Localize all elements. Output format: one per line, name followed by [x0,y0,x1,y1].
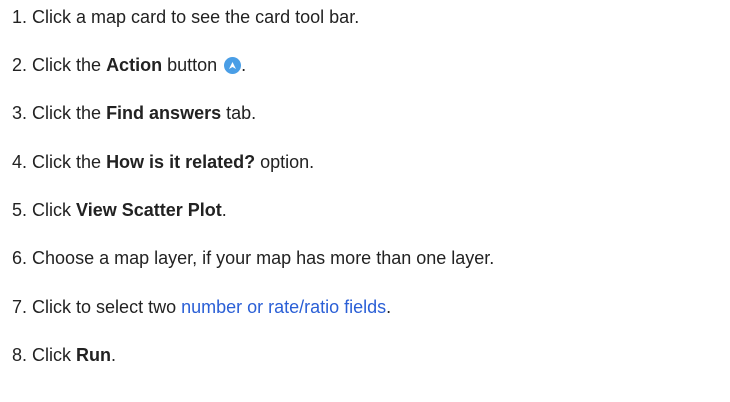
step-number: 8. [12,345,28,365]
step-bold-term: Action [106,55,163,75]
step-text-end: . [241,55,247,75]
step-text-post: . [221,200,227,220]
step-text-pre: Click the [32,152,107,172]
step-bold-term: Run [76,345,112,365]
step-4: 4. Click the How is it related? option. [12,151,314,173]
step-5: 5. Click View Scatter Plot. [12,199,227,221]
step-number: 2. [12,55,28,75]
step-text: Choose a map layer, if your map has more… [32,248,495,268]
step-8: 8. Click Run. [12,344,116,366]
step-number: 4. [12,152,28,172]
step-number: 1. [12,7,28,27]
step-bold-term: Find answers [106,103,222,123]
step-text-post: button [162,55,218,75]
step-2: 2. Click the Action button . [12,54,246,76]
step-bold-term: View Scatter Plot [76,200,222,220]
step-number: 5. [12,200,28,220]
fields-link[interactable]: number or rate/ratio fields [181,297,386,317]
step-number: 6. [12,248,28,268]
step-text-pre: Click the [32,103,107,123]
step-text-pre: Click the [32,55,107,75]
step-text-pre: Click [32,345,77,365]
step-text-post: . [111,345,117,365]
step-text-post: tab. [221,103,257,123]
step-text-post: option. [255,152,315,172]
step-text: Click a map card to see the card tool ba… [32,7,360,27]
step-7: 7. Click to select two number or rate/ra… [12,296,391,318]
step-text-post: . [386,297,392,317]
step-number: 7. [12,297,28,317]
step-text-pre: Click [32,200,77,220]
step-text-pre: Click to select two [32,297,182,317]
action-icon [224,57,242,74]
step-1: 1. Click a map card to see the card tool… [12,6,359,28]
step-number: 3. [12,103,28,123]
step-3: 3. Click the Find answers tab. [12,102,256,124]
step-6: 6. Choose a map layer, if your map has m… [12,247,494,269]
step-bold-term: How is it related? [106,152,256,172]
instruction-list: 1. Click a map card to see the card tool… [0,0,730,402]
